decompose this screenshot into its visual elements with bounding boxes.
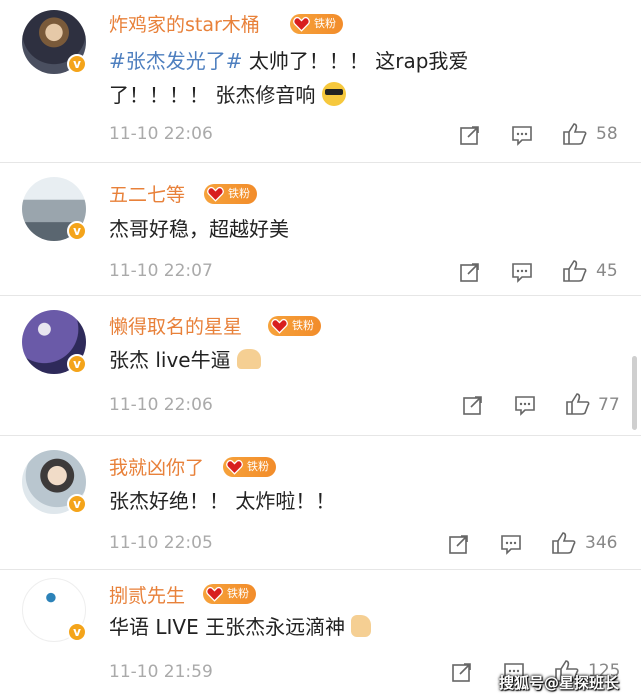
comment-item: v 炸鸡家的star木桶 铁粉 #张杰发光了# 太帅了！！！ 这rap我爱了！！… [0,0,641,163]
verified-badge-icon: v [67,354,87,374]
timestamp: 11-10 22:07 [109,261,213,281]
repost-icon[interactable] [451,661,473,683]
fan-badge: 铁粉 [203,584,256,604]
username[interactable]: 五二七等 [109,180,185,207]
comment-text: 张杰 live牛逼 [109,343,529,377]
like-count: 77 [598,395,620,415]
sunglasses-emoji-icon [321,82,346,106]
heart-badge-icon [206,587,223,602]
username[interactable]: 捌贰先生 [109,581,185,608]
comment-text: #张杰发光了# 太帅了！！！ 这rap我爱了！！！！ 张杰修音响 [109,49,469,107]
username[interactable]: 我就凶你了 [109,453,204,480]
comment-text: 华语 LIVE 王张杰永远滴神 [109,610,529,644]
fan-badge: 铁粉 [290,14,343,34]
like-count: 346 [585,533,618,553]
timestamp: 11-10 22:05 [109,533,213,553]
clapping-hands-emoji-icon [236,349,261,369]
like-count: 58 [596,124,618,144]
comment-item: v 五二七等 铁粉 杰哥好稳，超越好美 11-10 22:07 45 [0,163,641,296]
username[interactable]: 炸鸡家的star木桶 [109,10,260,37]
like-icon[interactable] [551,531,577,555]
hashtag-link[interactable]: #张杰发光了# [109,49,243,73]
heart-badge-icon [207,187,224,202]
verified-badge-icon: v [67,221,87,241]
repost-icon[interactable] [448,533,470,555]
heart-badge-icon [271,319,288,334]
comment-text: 张杰好绝！！ 太炸啦！！ [109,489,336,513]
like-icon[interactable] [562,122,588,146]
like-count: 45 [596,261,618,281]
scrollbar[interactable] [632,356,637,430]
timestamp: 11-10 22:06 [109,124,213,144]
comment-text: 杰哥好稳，超越好美 [109,217,289,241]
timestamp: 11-10 21:59 [109,662,213,682]
verified-badge-icon: v [67,54,87,74]
thumbs-up-emoji-icon [351,615,372,637]
repost-icon[interactable] [459,261,481,283]
like-icon[interactable] [565,392,591,416]
heart-badge-icon [226,460,243,475]
verified-badge-icon: v [67,494,87,514]
comment-icon[interactable] [514,394,536,416]
comment-icon[interactable] [511,124,533,146]
comment-icon[interactable] [511,261,533,283]
timestamp: 11-10 22:06 [109,395,213,415]
watermark: 搜狐号@星探班长 [499,674,620,692]
heart-badge-icon [293,17,310,32]
fan-badge: 铁粉 [204,184,257,204]
comment-item: v 我就凶你了 铁粉 张杰好绝！！ 太炸啦！！ 11-10 22:05 346 [0,436,641,570]
verified-badge-icon: v [67,622,87,642]
comment-item: v 懒得取名的星星 铁粉 张杰 live牛逼 11-10 22:06 77 [0,296,641,436]
like-icon[interactable] [562,259,588,283]
fan-badge: 铁粉 [223,457,276,477]
repost-icon[interactable] [459,124,481,146]
comment-icon[interactable] [500,533,522,555]
username[interactable]: 懒得取名的星星 [109,312,242,339]
repost-icon[interactable] [462,394,484,416]
fan-badge: 铁粉 [268,316,321,336]
